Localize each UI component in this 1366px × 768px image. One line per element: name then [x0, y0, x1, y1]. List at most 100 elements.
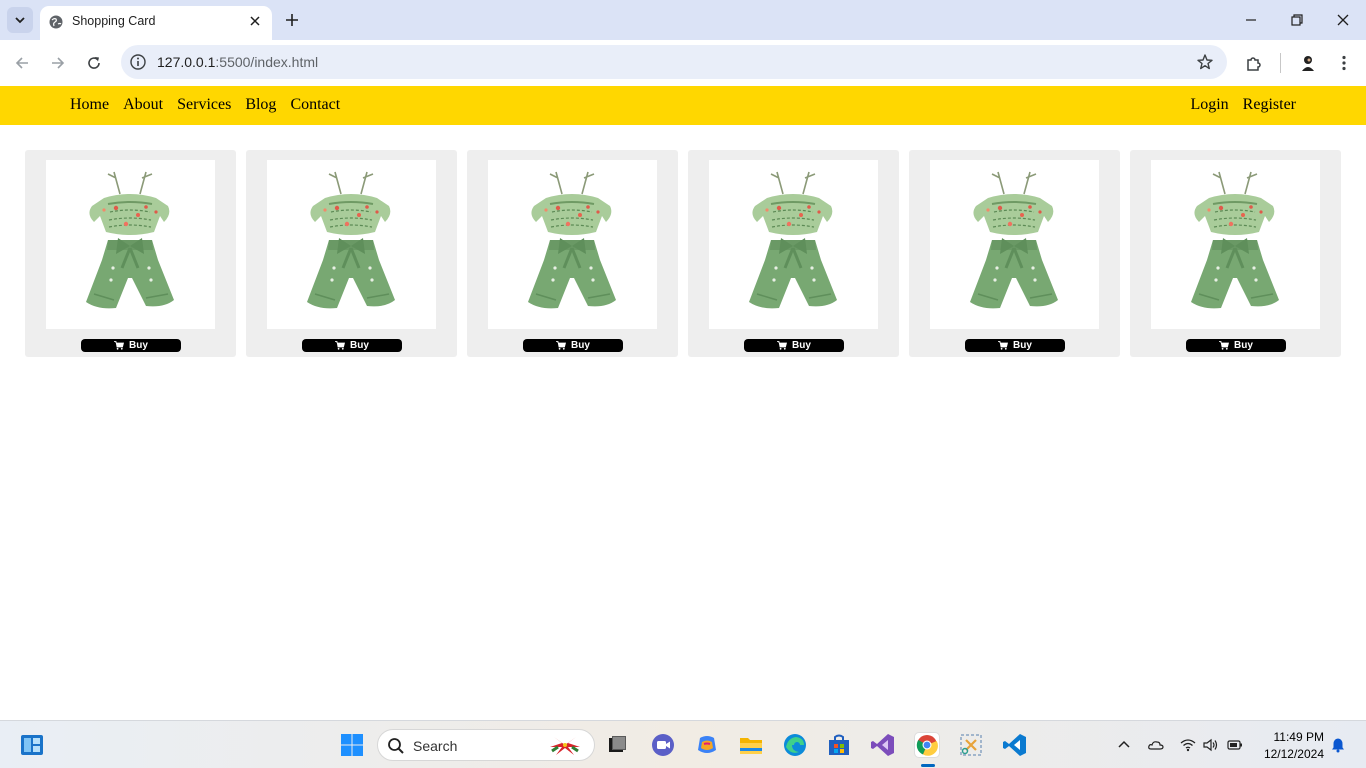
- cart-icon: [777, 341, 788, 350]
- tab-title: Shopping Card: [72, 14, 156, 28]
- video-call-icon: [652, 734, 674, 756]
- snipping-tool-app[interactable]: [958, 732, 984, 758]
- buy-button-label: Buy: [1013, 340, 1032, 351]
- product-card: Buy: [246, 150, 457, 357]
- buy-button-label: Buy: [571, 340, 590, 351]
- volume-icon[interactable]: [1203, 737, 1219, 753]
- search-icon: [388, 738, 404, 754]
- nav-link-register[interactable]: Register: [1243, 96, 1296, 114]
- buy-button-label: Buy: [129, 340, 148, 351]
- meet-app[interactable]: [650, 732, 676, 758]
- nav-link-services[interactable]: Services: [177, 96, 231, 114]
- nav-left-links: Home About Services Blog Contact: [70, 96, 340, 114]
- product-image: [267, 160, 436, 329]
- widgets-icon[interactable]: [20, 733, 44, 757]
- product-image: [1151, 160, 1320, 329]
- chevron-down-icon: [15, 17, 25, 24]
- chrome-app[interactable]: [914, 732, 940, 758]
- visual-studio-app[interactable]: [870, 732, 896, 758]
- buy-button[interactable]: Buy: [523, 339, 623, 352]
- product-card: Buy: [25, 150, 236, 357]
- close-window-icon[interactable]: [1335, 12, 1351, 28]
- vscode-app[interactable]: [1002, 732, 1028, 758]
- product-image: [709, 160, 878, 329]
- nav-link-contact[interactable]: Contact: [290, 96, 340, 114]
- profile-icon: [1302, 56, 1314, 71]
- profile-avatar[interactable]: [1297, 52, 1319, 74]
- chevron-up-icon[interactable]: [1116, 737, 1132, 753]
- snipping-tool-icon: [960, 734, 982, 756]
- edge-app[interactable]: [782, 732, 808, 758]
- tab-search-button[interactable]: [7, 7, 33, 33]
- task-view-icon: [609, 736, 626, 752]
- product-card: Buy: [909, 150, 1120, 357]
- store-app[interactable]: [826, 732, 852, 758]
- address-bar[interactable]: 127.0.0.1:5500/index.html: [121, 45, 1227, 79]
- battery-icon[interactable]: [1227, 737, 1243, 753]
- new-tab-icon[interactable]: [283, 11, 301, 29]
- nav-link-home[interactable]: Home: [70, 96, 109, 114]
- chrome-icon: [916, 735, 938, 756]
- nav-link-login[interactable]: Login: [1190, 96, 1228, 114]
- cart-icon: [335, 341, 346, 350]
- buy-button-label: Buy: [1234, 340, 1253, 351]
- product-image: [488, 160, 657, 329]
- buy-button[interactable]: Buy: [302, 339, 402, 352]
- product-card: Buy: [467, 150, 678, 357]
- copilot-icon: [698, 736, 716, 753]
- wifi-icon[interactable]: [1180, 737, 1196, 753]
- vscode-icon: [1003, 734, 1026, 756]
- buy-button[interactable]: Buy: [744, 339, 844, 352]
- reload-icon[interactable]: [85, 54, 103, 72]
- outfit-image: [307, 171, 395, 309]
- forward-arrow-icon[interactable]: [49, 54, 67, 72]
- clock-time: 11:49 PM: [1273, 730, 1324, 744]
- nav-link-about[interactable]: About: [123, 96, 163, 114]
- active-tab[interactable]: Shopping Card: [40, 6, 272, 40]
- buy-button[interactable]: Buy: [965, 339, 1065, 352]
- outfit-image: [1191, 171, 1279, 309]
- buy-button[interactable]: Buy: [1186, 339, 1286, 352]
- buy-button[interactable]: Buy: [81, 339, 181, 352]
- minimize-icon[interactable]: [1243, 12, 1259, 28]
- poinsettia-icon: [550, 737, 580, 755]
- visual-studio-icon: [871, 734, 894, 756]
- product-grid: Buy Buy Buy Buy Buy Buy: [25, 150, 1341, 357]
- cart-icon: [556, 341, 567, 350]
- more-menu-icon[interactable]: [1335, 54, 1353, 72]
- taskbar-clock[interactable]: 11:49 PM 12/12/2024: [1264, 729, 1324, 763]
- notification-bell-icon[interactable]: [1330, 737, 1346, 753]
- cart-icon: [998, 341, 1009, 350]
- outfit-image: [749, 171, 837, 309]
- url-host: 127.0.0.1: [157, 54, 216, 70]
- site-info-icon[interactable]: [129, 53, 147, 71]
- url-path: :5500/index.html: [215, 54, 319, 70]
- cart-icon: [1219, 341, 1230, 350]
- product-card: Buy: [1130, 150, 1341, 357]
- url-text: 127.0.0.1:5500/index.html: [157, 54, 318, 70]
- extensions-puzzle-icon[interactable]: [1245, 54, 1263, 72]
- outfit-image: [528, 171, 616, 309]
- cart-icon: [114, 341, 125, 350]
- task-view-button[interactable]: [604, 732, 630, 758]
- nav-link-blog[interactable]: Blog: [245, 96, 276, 114]
- restore-icon[interactable]: [1289, 12, 1305, 28]
- active-app-indicator: [921, 764, 935, 767]
- taskbar-search-placeholder: Search: [413, 738, 458, 754]
- close-tab-icon[interactable]: [248, 14, 262, 28]
- taskbar-search-box[interactable]: Search: [377, 729, 595, 761]
- site-navbar: Home About Services Blog Contact Login R…: [0, 86, 1366, 125]
- folder-icon: [740, 738, 762, 754]
- copilot-app[interactable]: [694, 732, 720, 758]
- nav-right-links: Login Register: [1190, 96, 1296, 114]
- windows-taskbar: Search 11:49 PM 12/12/2024: [0, 720, 1366, 768]
- browser-toolbar: 127.0.0.1:5500/index.html: [0, 40, 1366, 86]
- onedrive-cloud-icon[interactable]: [1148, 737, 1164, 753]
- clock-date: 12/12/2024: [1263, 747, 1324, 761]
- bookmark-star-icon[interactable]: [1196, 53, 1214, 71]
- back-arrow-icon[interactable]: [13, 54, 31, 72]
- product-image: [930, 160, 1099, 329]
- buy-button-label: Buy: [350, 340, 369, 351]
- file-explorer-app[interactable]: [738, 732, 764, 758]
- windows-start-icon[interactable]: [340, 733, 364, 757]
